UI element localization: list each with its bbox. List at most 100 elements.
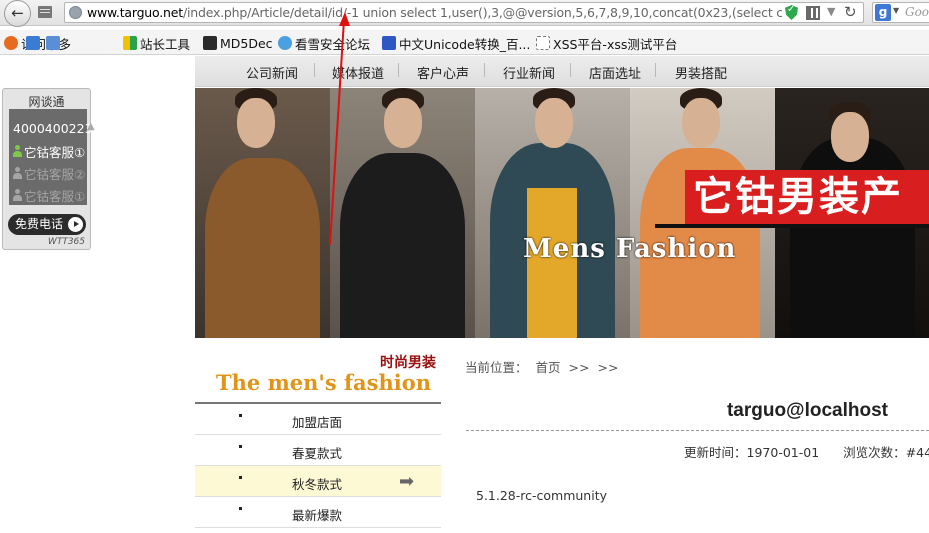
scroll-up-icon[interactable]: ▲ [87, 121, 95, 132]
sidebar-item-franchise[interactable]: 加盟店面 [195, 404, 441, 435]
bookmark-search-tool[interactable] [46, 34, 60, 52]
model-head [682, 98, 720, 148]
bookmark-kanxue[interactable]: 看雪安全论坛 [278, 34, 370, 52]
breadcrumb-separator: >> [568, 360, 590, 375]
browser-toolbar: ← www.targuo.net/index.php/Article/detai… [0, 0, 929, 27]
updated-label: 更新时间： [684, 445, 747, 460]
free-call-button[interactable]: 免费电话 [8, 214, 86, 235]
nav-separator [398, 63, 399, 77]
sidebar-item-latest-hits[interactable]: 最新爆款 [195, 497, 441, 528]
agent-label: 它钴客服① [24, 144, 86, 160]
model-head [831, 112, 869, 162]
snowflake-icon [278, 36, 292, 50]
chat-agent-3[interactable]: 它钴客服① [13, 187, 86, 204]
blank-page-icon [536, 36, 550, 50]
chat-widget: 网谈通 4000400223 ▲ 它钴客服① 它钴客服② 它钴客服① 免费电话 … [2, 88, 95, 250]
banner-brand-text: 它钴男装产 [685, 170, 929, 225]
chat-widget-title: 网谈通 [28, 95, 65, 109]
nav-industry-news[interactable]: 行业新闻 [503, 63, 555, 82]
nav-media-reports[interactable]: 媒体报道 [332, 63, 384, 82]
nav-separator [314, 63, 315, 77]
bookmarks-bar: 访问最多 站长工具 MD5Dec 看雪安全论坛 中文Unicode转换_百...… [0, 30, 929, 55]
person-icon [13, 167, 22, 179]
bookmark-cursor-tool[interactable] [26, 34, 40, 52]
model-head [237, 98, 275, 148]
banner-stripe [655, 224, 929, 228]
bullet-icon [239, 476, 242, 479]
chat-agent-2[interactable]: 它钴客服② [13, 165, 86, 182]
page-menu-icon[interactable] [38, 6, 52, 18]
banner-caption: Mens Fashion [523, 234, 737, 264]
paw-icon [382, 36, 396, 50]
sidebar-logo-en: The men's fashion [216, 370, 431, 395]
views-label: 浏览次数： [843, 445, 906, 460]
engine-dropdown-icon[interactable]: ▼ [893, 6, 899, 15]
bookmark-label: 看雪安全论坛 [295, 36, 371, 52]
search-placeholder: Goo [905, 5, 929, 19]
bookmark-xss[interactable]: XSS平台-xss测试平台 [536, 34, 677, 52]
hotline-number: 4000400223 [13, 121, 93, 136]
magnifier-icon [46, 36, 60, 50]
breadcrumb-separator: >> [597, 360, 619, 375]
bookmark-md5dec[interactable]: MD5Dec [203, 34, 273, 52]
updated-value: 1970-01-01 [746, 445, 820, 460]
bookmark-label: MD5Dec [220, 35, 273, 51]
bookmark-unicode[interactable]: 中文Unicode转换_百... [382, 34, 530, 52]
views-value: #44 [905, 445, 929, 460]
md5dec-icon [203, 36, 217, 50]
nav-separator [655, 63, 656, 77]
agent-label: 它钴客服② [24, 166, 86, 182]
search-engine-icon[interactable]: g [875, 4, 891, 21]
article-meta: 更新时间：1970-01-01 浏览次数：#44 [684, 442, 929, 461]
url-text[interactable]: www.targuo.net/index.php/Article/detail/… [87, 5, 782, 20]
bullet-icon [239, 507, 242, 510]
sidebar-item-label: 最新爆款 [292, 508, 343, 523]
chat-agent-1[interactable]: 它钴客服① [13, 143, 86, 160]
web-page: 网谈通 4000400223 ▲ 它钴客服① 它钴客服② 它钴客服① 免费电话 … [0, 56, 929, 533]
sidebar-item-spring-summer[interactable]: 春夏款式 [195, 435, 441, 466]
nav-customer-voice[interactable]: 客户心声 [417, 63, 469, 82]
qr-code-icon[interactable] [806, 6, 820, 20]
nav-separator [484, 63, 485, 77]
webmaster-tool-icon [123, 36, 137, 50]
article-title: targuo@localhost [726, 400, 888, 421]
bullet-icon [239, 414, 242, 417]
agent-label: 它钴客服① [24, 188, 86, 204]
sidebar-menu: 加盟店面 春夏款式 秋冬款式 ➡ 最新爆款 [195, 402, 441, 528]
model-head [535, 98, 573, 148]
address-bar[interactable]: www.targuo.net/index.php/Article/detail/… [64, 2, 864, 23]
nav-store-location[interactable]: 店面选址 [589, 63, 641, 82]
banner-panel [195, 88, 330, 338]
banner-panel [330, 88, 475, 338]
right-arrow-icon: ➡ [399, 471, 415, 492]
cursor-tool-icon [26, 36, 40, 50]
model-figure [205, 158, 320, 338]
bookmark-label: XSS平台-xss测试平台 [553, 36, 678, 52]
sidebar-item-label: 春夏款式 [292, 446, 343, 461]
nav-company-news[interactable]: 公司新闻 [246, 63, 298, 82]
bookmark-label: 站长工具 [140, 36, 191, 52]
article-body: 5.1.28-rc-community [476, 488, 608, 503]
firefox-icon [4, 36, 18, 50]
article-divider [466, 430, 929, 431]
security-shield-icon[interactable] [785, 5, 798, 20]
search-box[interactable]: g ▼ Goo [872, 2, 929, 23]
breadcrumb-home[interactable]: 首页 [536, 360, 561, 375]
breadcrumb-prefix: 当前位置： [465, 360, 528, 375]
nav-menswear-style[interactable]: 男装搭配 [675, 63, 727, 82]
reload-icon[interactable]: ↻ [844, 3, 857, 21]
person-icon [13, 189, 22, 201]
sidebar-item-label: 加盟店面 [292, 415, 343, 430]
fashion-banner[interactable]: 它钴男装产 Mens Fashion [195, 88, 929, 338]
model-head [384, 98, 422, 148]
url-host: www.targuo.net [87, 5, 183, 20]
sidebar-logo-cn: 时尚男装 [380, 355, 436, 371]
top-nav: 公司新闻 媒体报道 客户心声 行业新闻 店面选址 男装搭配 [195, 56, 929, 87]
model-figure [340, 153, 465, 338]
chat-brand-label: WTT365 [47, 237, 85, 247]
sidebar-item-autumn-winter[interactable]: 秋冬款式 ➡ [195, 466, 441, 497]
chat-panel: 4000400223 ▲ 它钴客服① 它钴客服② 它钴客服① [9, 109, 95, 205]
url-dropdown-icon[interactable]: ▼ [827, 5, 835, 18]
back-arrow-icon[interactable]: ← [4, 0, 31, 27]
bookmark-webmaster-tools[interactable]: 站长工具 [123, 34, 190, 52]
